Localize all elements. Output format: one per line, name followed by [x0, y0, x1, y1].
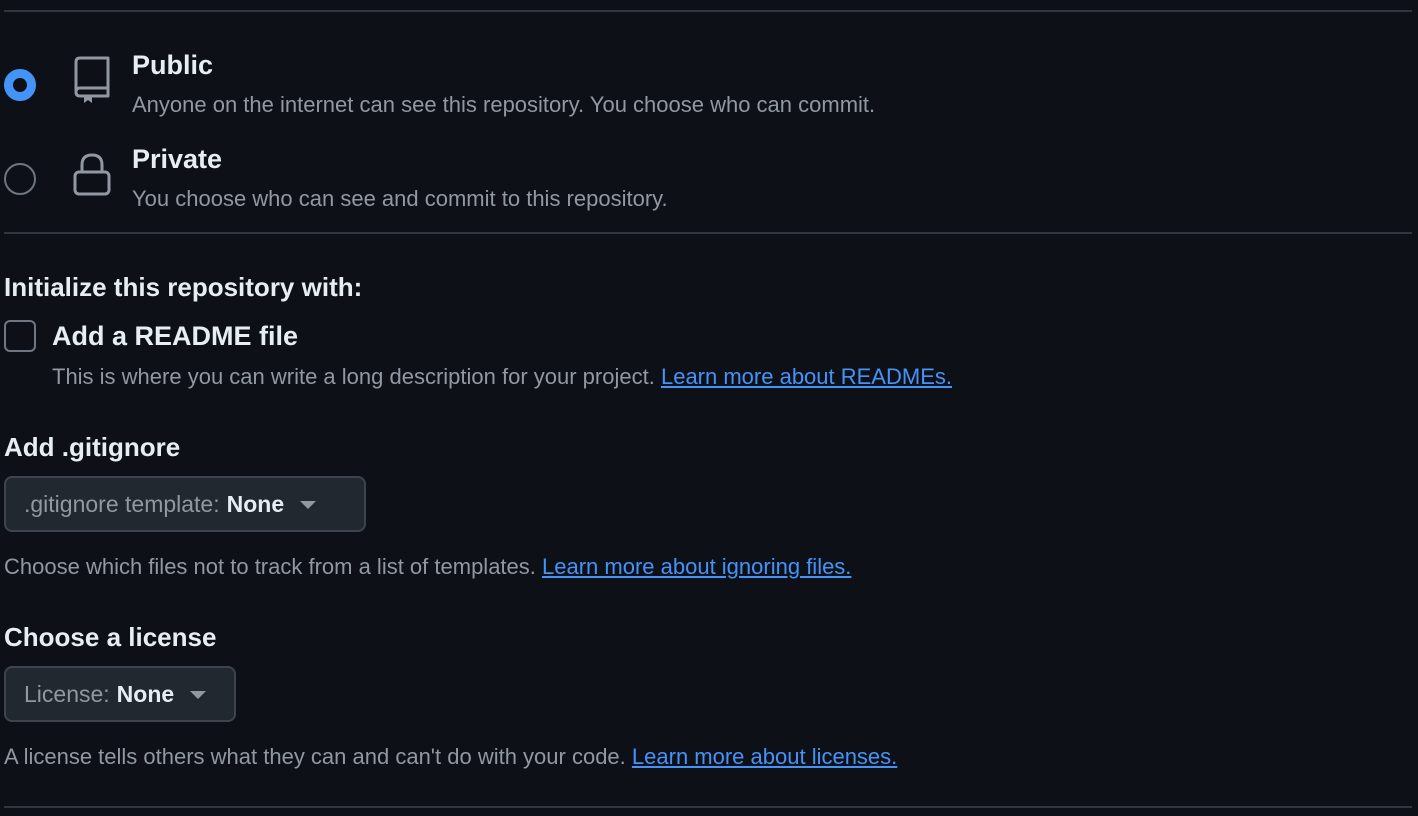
- readme-help: This is where you can write a long descr…: [52, 363, 952, 391]
- chevron-down-icon: [300, 501, 317, 509]
- gitignore-dropdown-label: .gitignore template:: [24, 490, 220, 517]
- gitignore-help-text: Choose which files not to track from a l…: [4, 554, 536, 579]
- readme-help-text: This is where you can write a long descr…: [52, 364, 655, 389]
- visibility-divider: [4, 232, 1412, 234]
- initialize-heading: Initialize this repository with:: [4, 272, 363, 302]
- lock-icon: [70, 152, 114, 200]
- readme-checkbox[interactable]: [4, 320, 36, 352]
- gitignore-dropdown-value: None: [226, 490, 285, 517]
- public-description: Anyone on the internet can see this repo…: [132, 92, 876, 117]
- gitignore-help: Choose which files not to track from a l…: [4, 553, 851, 581]
- readme-label[interactable]: Add a README file: [52, 320, 298, 352]
- license-dropdown-label: License:: [24, 680, 110, 707]
- repository-settings-form: Public Anyone on the internet can see th…: [0, 0, 1418, 816]
- private-title: Private: [132, 144, 223, 174]
- license-help-text: A license tells others what they can and…: [4, 744, 626, 769]
- gitignore-learn-more-link[interactable]: Learn more about ignoring files.: [542, 554, 851, 579]
- license-dropdown[interactable]: License: None: [4, 666, 236, 722]
- private-description: You choose who can see and commit to thi…: [132, 186, 668, 211]
- license-dropdown-value: None: [116, 680, 175, 707]
- readme-learn-more-link[interactable]: Learn more about READMEs.: [661, 364, 952, 389]
- bottom-divider: [4, 806, 1412, 808]
- license-heading: Choose a license: [4, 622, 217, 652]
- public-title: Public: [132, 50, 214, 80]
- visibility-option-private[interactable]: Private You choose who can see and commi…: [0, 138, 1100, 224]
- gitignore-template-dropdown[interactable]: .gitignore template: None: [4, 476, 366, 532]
- chevron-down-icon: [190, 691, 207, 699]
- license-learn-more-link[interactable]: Learn more about licenses.: [632, 744, 897, 769]
- gitignore-heading: Add .gitignore: [4, 432, 181, 462]
- private-radio[interactable]: [4, 163, 36, 195]
- visibility-option-public[interactable]: Public Anyone on the internet can see th…: [0, 44, 1100, 130]
- public-radio[interactable]: [4, 69, 36, 101]
- repo-icon: [70, 56, 114, 104]
- license-help: A license tells others what they can and…: [4, 743, 897, 771]
- top-divider: [4, 10, 1412, 12]
